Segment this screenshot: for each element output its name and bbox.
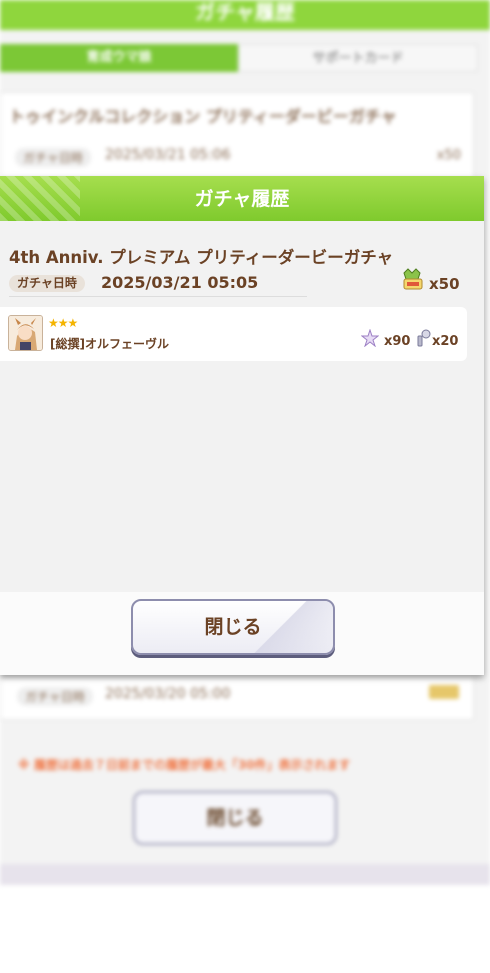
character-name: [総撰]オルフェーヴル	[50, 337, 169, 351]
background-bottom-strip	[0, 864, 490, 885]
background-card-title: トゥインクルコレクション プリティーダービーガチャ	[9, 107, 397, 126]
modal-header: ガチャ履歴	[0, 176, 484, 221]
background-card2-date-label: ガチャ日時	[17, 687, 93, 706]
gacha-date: 2025/03/21 05:05	[101, 273, 259, 292]
gacha-name: 4th Anniv. プレミアム プリティーダービーガチャ	[9, 248, 394, 267]
character-portrait	[8, 315, 43, 351]
rarity-stars: ★★★	[48, 316, 78, 330]
background-header: ガチャ履歴	[0, 0, 490, 30]
key-item-icon	[417, 329, 431, 347]
result-row: ★★★ [総撰]オルフェーヴル x90 x20	[0, 307, 467, 361]
background-card-date-label: ガチャ日時	[15, 148, 91, 167]
background-card2-date: 2025/03/20 05:00	[105, 686, 231, 702]
fragment-count: x90	[384, 334, 411, 349]
modal-title: ガチャ履歴	[194, 188, 290, 210]
background-close-button: 閉じる	[133, 791, 337, 845]
background-card-count: x50	[436, 148, 461, 163]
background-card2-badge	[429, 685, 459, 699]
background-history-card: トゥインクルコレクション プリティーダービーガチャ ガチャ日時 2025/03/…	[0, 92, 474, 180]
gacha-history-modal: ガチャ履歴 4th Anniv. プレミアム プリティーダービーガチャ ガチャ日…	[0, 176, 484, 675]
background-tabs: 育成ウマ娘 サポートカード	[0, 44, 478, 72]
background-card-date: 2025/03/21 05:06	[105, 147, 231, 163]
date-label-pill: ガチャ日時	[9, 275, 85, 292]
goddess-statue-icon	[361, 329, 379, 347]
date-divider	[9, 296, 307, 297]
background-notice: ※ 履歴は過去７日前までの履歴が最大「30件」表示されます	[18, 758, 351, 772]
background-history-card-2: ガチャ日時 2025/03/20 05:00	[0, 676, 474, 720]
tab-trainee: 育成ウマ娘	[0, 44, 238, 72]
ticket-count: x50	[429, 275, 460, 293]
close-button-label: 閉じる	[204, 616, 262, 638]
ticket-icon	[403, 268, 423, 290]
tab-support-card: サポートカード	[238, 44, 478, 72]
close-button[interactable]: 閉じる	[131, 599, 335, 655]
item-count: x20	[432, 334, 459, 349]
character-portrait-icon	[9, 316, 42, 350]
